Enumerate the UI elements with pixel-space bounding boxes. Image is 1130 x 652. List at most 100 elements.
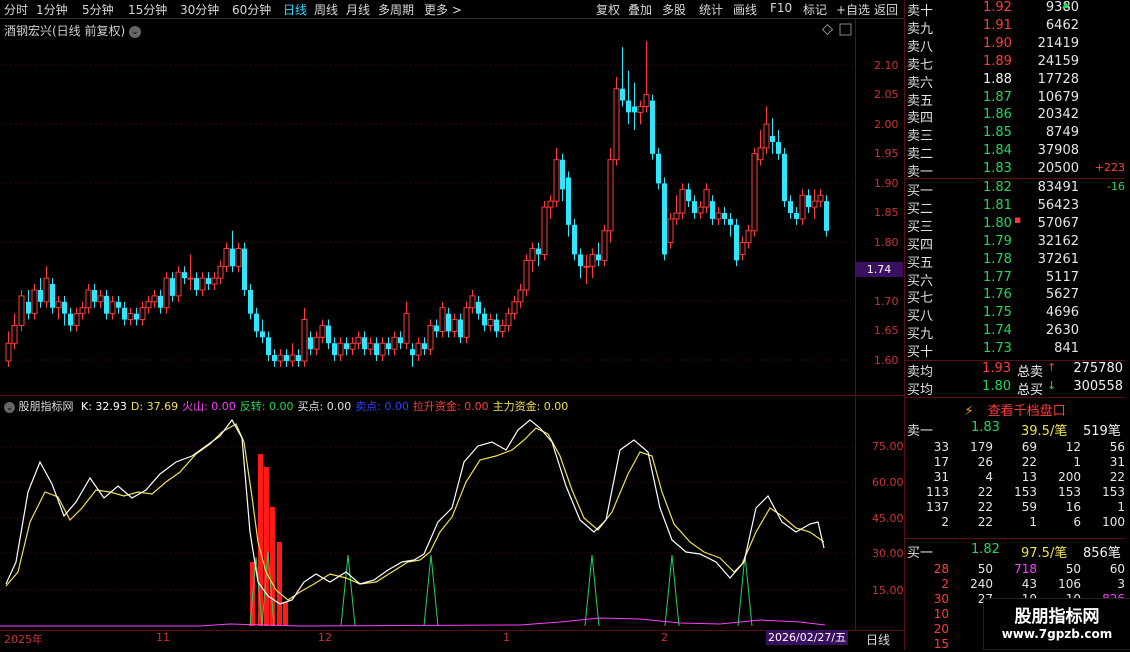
sell-row[interactable]: 卖九 1.91 6462: [905, 17, 1127, 37]
buy-price: 1.74: [983, 323, 1012, 339]
sell-row[interactable]: 卖五 1.87 10679: [905, 90, 1127, 109]
level-grid-cell: 2: [941, 577, 949, 591]
candle-body: [583, 265, 590, 268]
level-grid-cell: 31: [933, 470, 949, 484]
date-axis-label: 1: [503, 631, 510, 644]
candle-body: [811, 200, 818, 208]
candle-body: [55, 301, 62, 309]
price-axis-label: 1.80: [874, 236, 899, 249]
buy-price: 1.77: [983, 269, 1012, 285]
level-grid-cell: 26: [977, 455, 993, 469]
candle-body: [313, 336, 320, 350]
sell-row[interactable]: 卖八 1.90 21419: [905, 35, 1127, 55]
candle-body: [410, 349, 415, 356]
level-grid-cell: 12: [1065, 440, 1081, 454]
date-axis-label: 2025年: [4, 633, 43, 646]
candle-body: [667, 218, 674, 244]
buy-level-label: 买一: [907, 184, 934, 199]
buy-price: 1.81: [983, 197, 1012, 213]
sell-row[interactable]: 卖一 1.83 20500 +223: [905, 161, 1127, 180]
candle-body: [607, 159, 614, 232]
level-grid-cell: 33: [933, 440, 949, 454]
indicator-axis-label: 15.00: [872, 584, 904, 597]
level-grid-cell: 10: [933, 607, 949, 621]
buy-change: ■: [1014, 215, 1021, 224]
price-axis-label: 2.00: [874, 118, 899, 131]
buy-row[interactable]: 买七 1.76 5627: [905, 287, 1127, 306]
sell-price: 1.86: [983, 107, 1012, 123]
level-grid-cell: 22: [977, 485, 993, 499]
buy-volume: 841: [1054, 341, 1079, 357]
level-grid-cell: 43: [1021, 577, 1037, 591]
candle-body: [596, 254, 601, 261]
candle-body: [451, 319, 458, 332]
candle-body: [637, 105, 644, 113]
sell-change: ▲: [1062, 0, 1069, 10]
sell-volume: 21419: [1037, 35, 1079, 51]
sell-row[interactable]: 卖四 1.86 20342: [905, 107, 1127, 126]
candle-body: [199, 277, 206, 291]
candle-body: [284, 355, 289, 361]
current-date-marker: 2026/02/27/五: [766, 630, 849, 645]
buy-row[interactable]: 买一 1.82 83491 -16: [905, 180, 1127, 199]
candle-body: [266, 337, 271, 356]
indicator-axis-label: 45.00: [872, 512, 904, 525]
level-grid-cell: 50: [1065, 562, 1081, 576]
candle-body: [692, 201, 697, 213]
buy-row[interactable]: 买六 1.77 5117: [905, 269, 1127, 289]
candle-body: [163, 277, 170, 309]
candle-body: [782, 153, 787, 202]
sell-row[interactable]: 卖六 1.88 17728: [905, 72, 1127, 91]
sell-row[interactable]: 卖十 1.92 9380 ▲: [905, 0, 1127, 19]
level-grid-cell: 240: [970, 577, 993, 591]
candle-body: [476, 301, 481, 314]
level-grid-cell: 22: [977, 500, 993, 514]
level-grid-cell: 200: [1058, 470, 1081, 484]
level-grid-row: 17 26 22 1 31: [905, 455, 1127, 470]
candle-body: [799, 194, 806, 220]
sell-row[interactable]: 卖七 1.89 24159: [905, 54, 1127, 73]
period-label[interactable]: 日线: [866, 631, 890, 648]
candle-body: [260, 331, 265, 338]
candle-body: [650, 100, 655, 154]
candle-body: [776, 141, 781, 154]
sell-row[interactable]: 卖三 1.85 8749: [905, 125, 1127, 144]
avg-sell-row: 卖均 1.93 总卖 ↑ 275780: [907, 361, 1123, 380]
buy-row[interactable]: 买八 1.75 4696: [905, 305, 1127, 324]
buy-row[interactable]: 买三 1.80 57067 ■: [905, 215, 1127, 235]
candle-body: [194, 278, 199, 290]
candle-body: [374, 343, 379, 356]
candle-body: [589, 253, 596, 267]
candle-body: [578, 254, 583, 267]
candle-body: [673, 212, 680, 220]
candle-body: [547, 200, 554, 208]
level-grid-cell: 153: [1058, 485, 1081, 499]
candle-body: [367, 342, 374, 350]
lightning-icon: ⚡: [964, 404, 974, 419]
candle-body: [85, 289, 92, 309]
buy-row[interactable]: 买四 1.79 32162: [905, 234, 1127, 253]
level-1000-button[interactable]: ⚡ 查看千档盘口: [905, 400, 1125, 419]
chevron-down-icon[interactable]: ⌄: [4, 401, 15, 413]
candle-body: [398, 337, 403, 344]
indicator-axis-label: 75.00: [872, 440, 904, 453]
level-grid-row: 28 50 718 50 60: [905, 562, 1127, 577]
candle-body: [487, 319, 494, 326]
candle-body: [482, 313, 487, 326]
level-grid-cell: 113: [926, 485, 949, 499]
candle-body: [11, 324, 18, 344]
buy-row[interactable]: 买十 1.73 841: [905, 341, 1127, 360]
candle-body: [824, 201, 829, 231]
candle-body: [272, 355, 277, 361]
candle-body: [728, 218, 733, 225]
buy-row[interactable]: 买五 1.78 37261: [905, 252, 1127, 271]
sell-row[interactable]: 卖二 1.84 37908: [905, 143, 1127, 162]
buy-row[interactable]: 买二 1.81 56423: [905, 197, 1127, 217]
buy-row[interactable]: 买九 1.74 2630: [905, 323, 1127, 342]
current-price-marker: 1.74: [855, 262, 903, 277]
buy-level-label: 买六: [907, 273, 934, 289]
buy-volume: 56423: [1037, 197, 1079, 213]
candle-body: [391, 336, 398, 350]
sell-price: 1.91: [983, 17, 1012, 33]
candle-body: [566, 177, 571, 225]
